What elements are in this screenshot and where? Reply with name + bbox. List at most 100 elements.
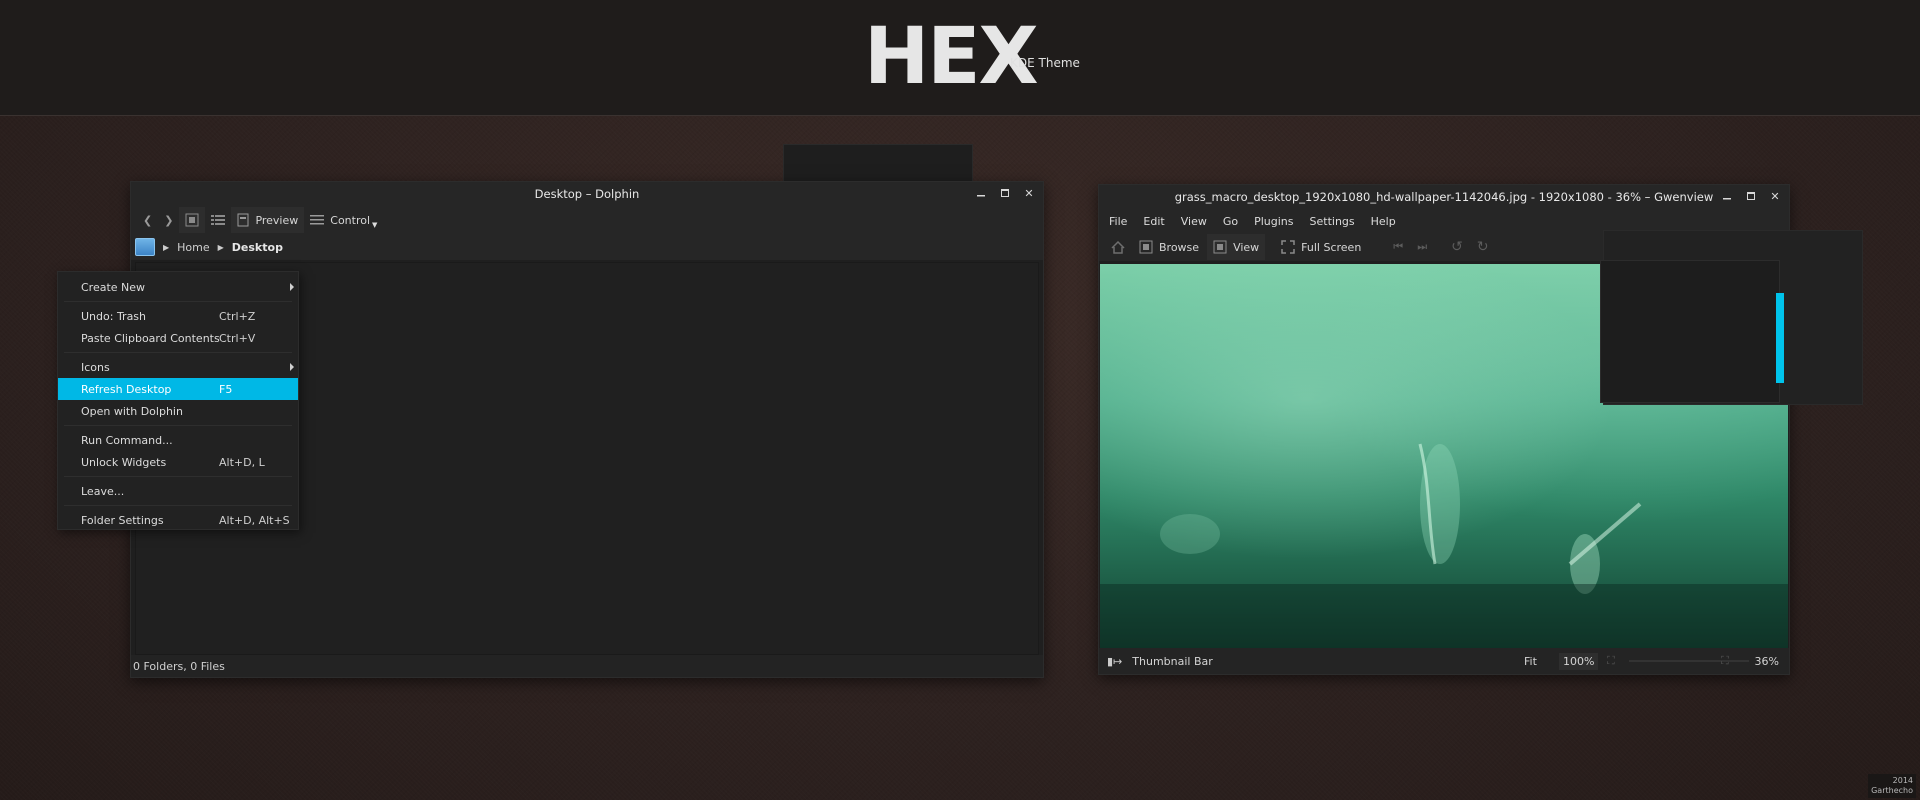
- zoom-slider[interactable]: [1629, 660, 1749, 662]
- home-button[interactable]: [1105, 234, 1131, 260]
- menu-item-open-with-dolphin[interactable]: Open with Dolphin: [58, 400, 298, 422]
- close-icon[interactable]: ✕: [1021, 186, 1037, 202]
- menu-item-shortcut: Alt+D, L: [219, 455, 265, 469]
- skip-previous-icon: ⏮: [1393, 240, 1404, 253]
- forward-button[interactable]: ❯: [158, 207, 179, 233]
- menu-item-label: Refresh Desktop: [81, 382, 172, 396]
- menu-item-label: Undo: Trash: [81, 309, 147, 323]
- fullscreen-icon: [1281, 240, 1295, 254]
- menu-item-undo-trash[interactable]: Undo: Trash Ctrl+Z: [58, 305, 298, 327]
- window-title: grass_macro_desktop_1920x1080_hd-wallpap…: [1174, 190, 1714, 204]
- breadcrumb: ▶ Home ▶ Desktop: [131, 234, 1043, 260]
- menu-item-shortcut: Ctrl+Z: [219, 309, 256, 323]
- rotate-left-icon: ↺: [1451, 239, 1463, 255]
- details-view-button[interactable]: [205, 207, 231, 233]
- menu-item-leave[interactable]: Leave...: [58, 480, 298, 502]
- fit-button[interactable]: Fit: [1524, 655, 1537, 668]
- menu-file[interactable]: File: [1109, 215, 1127, 228]
- details-view-icon: [211, 215, 226, 225]
- gwenview-statusbar: ▮↦ Thumbnail Bar Fit 100% ⛶ ⛶ 36%: [1099, 648, 1789, 674]
- dolphin-titlebar[interactable]: Desktop – Dolphin ✕: [131, 182, 1043, 206]
- menu-item-run-command[interactable]: Run Command...: [58, 429, 298, 451]
- fullscreen-label: Full Screen: [1301, 240, 1362, 254]
- menu-separator: [58, 298, 298, 305]
- browse-button[interactable]: Browse: [1133, 234, 1205, 260]
- preview-label: Preview: [255, 213, 299, 227]
- control-button[interactable]: Control ▼: [304, 207, 383, 233]
- menu-item-label: Open with Dolphin: [81, 404, 183, 418]
- zoom-fit-icon[interactable]: ⛶: [1721, 654, 1729, 668]
- zoom-to-fill-icon[interactable]: ⛶: [1607, 654, 1615, 668]
- gwenview-titlebar[interactable]: grass_macro_desktop_1920x1080_hd-wallpap…: [1099, 185, 1789, 209]
- submenu-arrow-icon: [290, 283, 294, 291]
- submenu-arrow-icon: [290, 363, 294, 371]
- rotate-right-button[interactable]: ↻: [1471, 234, 1495, 260]
- menu-item-shortcut: F5: [219, 382, 233, 396]
- back-arrow-icon: ❮: [143, 213, 153, 227]
- maximize-icon[interactable]: [997, 186, 1013, 202]
- menu-item-paste[interactable]: Paste Clipboard Contents Ctrl+V: [58, 327, 298, 349]
- home-folder-icon[interactable]: [135, 238, 155, 256]
- breadcrumb-current[interactable]: Desktop: [232, 241, 283, 254]
- minimize-icon[interactable]: [973, 186, 989, 202]
- credit-year: 2014: [1892, 776, 1913, 785]
- maximize-icon[interactable]: [1743, 189, 1759, 205]
- menu-help[interactable]: Help: [1371, 215, 1396, 228]
- menu-lines-icon: [310, 215, 325, 225]
- thumbnail-bar-toggle-icon[interactable]: ▮↦: [1107, 655, 1122, 668]
- forward-arrow-icon: ❯: [164, 213, 174, 227]
- skip-next-icon: ⏭: [1417, 240, 1428, 253]
- menu-item-label: Run Command...: [81, 433, 173, 447]
- menu-item-label: Icons: [81, 360, 110, 374]
- menu-item-refresh-desktop[interactable]: Refresh Desktop F5: [58, 378, 298, 400]
- preview-button[interactable]: Preview: [231, 207, 305, 233]
- menu-item-create-new[interactable]: Create New: [58, 276, 298, 298]
- menu-edit[interactable]: Edit: [1143, 215, 1164, 228]
- menu-item-folder-settings[interactable]: Folder Settings Alt+D, Alt+S: [58, 509, 298, 531]
- menu-item-label: Unlock Widgets: [81, 455, 167, 469]
- preview-icon: [237, 213, 249, 227]
- back-button[interactable]: ❮: [137, 207, 158, 233]
- menu-plugins[interactable]: Plugins: [1254, 215, 1293, 228]
- rotate-left-button[interactable]: ↺: [1445, 234, 1469, 260]
- menu-item-label: Folder Settings: [81, 513, 164, 527]
- previous-button[interactable]: ⏮: [1387, 234, 1409, 260]
- close-icon[interactable]: ✕: [1767, 189, 1783, 205]
- credit-author: Garthecho: [1871, 786, 1913, 795]
- view-button[interactable]: View: [1207, 234, 1266, 260]
- menu-item-shortcut: Ctrl+V: [219, 331, 256, 345]
- icons-view-button[interactable]: [179, 207, 206, 233]
- zoom-level: 36%: [1754, 654, 1779, 668]
- fullscreen-button[interactable]: Full Screen: [1275, 234, 1367, 260]
- dropdown-arrow-icon: ▼: [372, 221, 378, 229]
- breadcrumb-separator-icon: ▶: [217, 242, 224, 252]
- next-button[interactable]: ⏭: [1411, 234, 1433, 260]
- browse-label: Browse: [1159, 240, 1200, 254]
- menu-item-unlock-widgets[interactable]: Unlock Widgets Alt+D, L: [58, 451, 298, 473]
- menu-item-label: Create New: [81, 280, 146, 294]
- menu-item-shortcut: Alt+D, Alt+S: [219, 513, 290, 527]
- status-text: 0 Folders, 0 Files: [133, 659, 225, 673]
- menu-separator: [58, 502, 298, 509]
- view-label: View: [1233, 240, 1260, 254]
- icons-view-icon: [185, 213, 199, 227]
- thumbnail-bar-button[interactable]: Thumbnail Bar: [1132, 655, 1213, 668]
- menu-item-label: Leave...: [81, 484, 125, 498]
- zoom-100-button[interactable]: 100%: [1559, 652, 1599, 670]
- menu-view[interactable]: View: [1181, 215, 1207, 228]
- minimize-icon[interactable]: [1719, 189, 1735, 205]
- breadcrumb-separator-icon: ▶: [163, 242, 170, 252]
- menu-settings[interactable]: Settings: [1310, 215, 1355, 228]
- menu-go[interactable]: Go: [1223, 215, 1238, 228]
- floating-panel-inner: [1600, 260, 1780, 403]
- scrollbar-handle[interactable]: [1776, 293, 1784, 383]
- menu-separator: [58, 349, 298, 356]
- dolphin-toolbar: ❮ ❯ Preview Control ▼: [131, 206, 1043, 234]
- status-bar: 0 Folders, 0 Files: [131, 655, 1043, 677]
- menu-separator: [58, 473, 298, 480]
- control-label: Control: [330, 213, 371, 227]
- home-icon: [1111, 240, 1125, 254]
- breadcrumb-home[interactable]: Home: [177, 241, 209, 254]
- rotate-right-icon: ↻: [1476, 239, 1489, 255]
- menu-item-icons[interactable]: Icons: [58, 356, 298, 378]
